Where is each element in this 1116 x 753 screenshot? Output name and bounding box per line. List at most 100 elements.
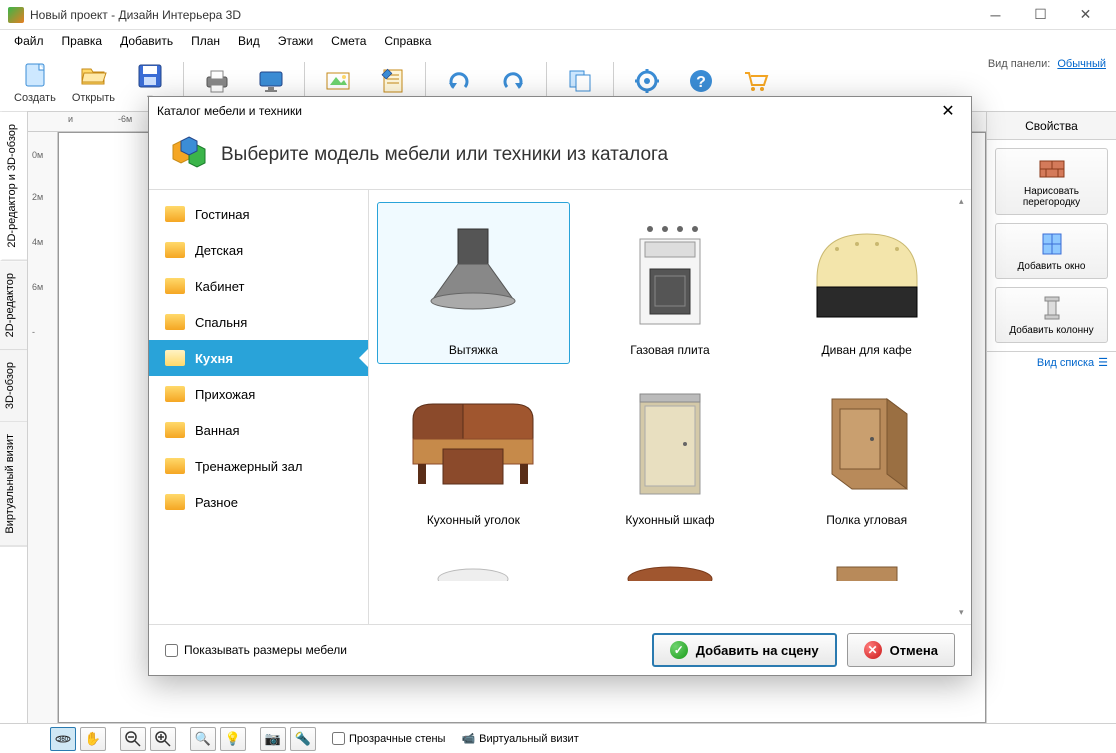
item-partial-2[interactable] <box>574 542 767 582</box>
folder-icon <box>165 458 185 474</box>
close-button[interactable]: ✕ <box>1063 1 1108 29</box>
item-thumbnail <box>398 549 548 582</box>
add-to-scene-button[interactable]: ✓ Добавить на сцену <box>652 633 837 667</box>
ruler-vertical: 0м 2м 4м 6м - <box>28 132 58 723</box>
view-360-button[interactable]: 360 <box>50 727 76 751</box>
toolbar-create-label: Создать <box>14 92 56 104</box>
right-panel: Свойства Нарисовать перегородку Добавить… <box>986 112 1116 723</box>
folder-icon <box>165 314 185 330</box>
category-misc[interactable]: Разное <box>149 484 368 520</box>
maximize-button[interactable]: ☐ <box>1018 1 1063 29</box>
item-thumbnail <box>792 209 942 339</box>
menu-add[interactable]: Добавить <box>112 32 181 50</box>
properties-tab[interactable]: Свойства <box>987 112 1116 140</box>
redo-icon <box>497 65 529 97</box>
tab-2d3d[interactable]: 2D-редактор и 3D-обзор <box>0 112 27 261</box>
dialog-titlebar: Каталог мебели и техники ✕ <box>149 97 971 125</box>
toolbar-open-label: Открыть <box>72 92 115 104</box>
pan-button[interactable]: ✋ <box>80 727 106 751</box>
transparent-walls-checkbox[interactable] <box>332 732 345 745</box>
view-panel-link[interactable]: Обычный <box>1057 58 1106 70</box>
catalog-dialog: Каталог мебели и техники ✕ Выберите моде… <box>148 96 972 676</box>
category-living-room[interactable]: Гостиная <box>149 196 368 232</box>
window-icon <box>1038 230 1066 258</box>
folder-icon <box>165 278 185 294</box>
new-file-icon <box>19 59 51 91</box>
zoom-reset-button[interactable]: 🔍 <box>190 727 216 751</box>
toolbar-open[interactable]: Открыть <box>66 54 121 110</box>
menu-file[interactable]: Файл <box>6 32 52 50</box>
item-partial-1[interactable] <box>377 542 570 582</box>
menu-estimate[interactable]: Смета <box>323 32 374 50</box>
folder-icon <box>165 206 185 222</box>
spotlight-button[interactable]: 🔦 <box>290 727 316 751</box>
item-thumbnail <box>595 549 745 582</box>
list-icon: ☰ <box>1098 356 1108 369</box>
item-kitchen-cabinet[interactable]: Кухонный шкаф <box>574 372 767 534</box>
dialog-close-button[interactable]: ✕ <box>933 101 963 121</box>
item-thumbnail <box>398 209 548 339</box>
column-icon <box>1038 294 1066 322</box>
gear-icon <box>631 65 663 97</box>
tab-virtual[interactable]: Виртуальный визит <box>0 422 27 547</box>
tool-draw-partition[interactable]: Нарисовать перегородку <box>995 148 1108 215</box>
folder-icon <box>165 386 185 402</box>
dialog-header-text: Выберите модель мебели или техники из ка… <box>221 144 668 166</box>
minimize-button[interactable]: ─ <box>973 1 1018 29</box>
show-dimensions-checkbox[interactable] <box>165 644 178 657</box>
view-panel-mode: Вид панели: Обычный <box>988 58 1106 70</box>
category-kitchen[interactable]: Кухня <box>149 340 368 376</box>
notebook-icon <box>376 65 408 97</box>
folder-icon <box>165 422 185 438</box>
item-cafe-sofa[interactable]: Диван для кафе <box>770 202 963 364</box>
virtual-visit-check[interactable]: 📹 Виртуальный визит <box>461 732 578 745</box>
menu-plan[interactable]: План <box>183 32 228 50</box>
category-list: Гостиная Детская Кабинет Спальня Кухня П… <box>149 190 369 624</box>
tab-2d[interactable]: 2D-редактор <box>0 261 27 350</box>
item-gas-stove[interactable]: Газовая плита <box>574 202 767 364</box>
catalog-header-icon <box>169 135 209 175</box>
folder-icon <box>165 242 185 258</box>
save-icon <box>134 60 166 92</box>
tab-3d[interactable]: 3D-обзор <box>0 350 27 422</box>
menu-help[interactable]: Справка <box>376 32 439 50</box>
printer-icon <box>201 65 233 97</box>
menu-floors[interactable]: Этажи <box>270 32 321 50</box>
folder-icon <box>165 350 185 366</box>
item-kitchen-corner[interactable]: Кухонный уголок <box>377 372 570 534</box>
monitor-icon <box>255 65 287 97</box>
menu-view[interactable]: Вид <box>230 32 268 50</box>
svg-text:360: 360 <box>58 737 69 743</box>
copy-icon <box>564 65 596 97</box>
item-corner-shelf[interactable]: Полка угловая <box>770 372 963 534</box>
show-dimensions-check[interactable]: Показывать размеры мебели <box>165 643 347 657</box>
item-thumbnail <box>398 379 548 509</box>
brick-icon <box>1038 155 1066 183</box>
zoom-out-button[interactable] <box>120 727 146 751</box>
tool-add-column[interactable]: Добавить колонну <box>995 287 1108 343</box>
toolbar-create[interactable]: Создать <box>8 54 62 110</box>
item-partial-3[interactable] <box>770 542 963 582</box>
cancel-button[interactable]: ✕ Отмена <box>847 633 955 667</box>
app-icon <box>8 7 24 23</box>
transparent-walls-check[interactable]: Прозрачные стены <box>332 732 445 745</box>
tool-add-window[interactable]: Добавить окно <box>995 223 1108 279</box>
list-view-toggle[interactable]: Вид списка ☰ <box>987 351 1116 373</box>
category-bedroom[interactable]: Спальня <box>149 304 368 340</box>
svg-text:?: ? <box>696 74 706 91</box>
item-thumbnail <box>595 379 745 509</box>
light-button[interactable]: 💡 <box>220 727 246 751</box>
menu-edit[interactable]: Правка <box>54 32 111 50</box>
category-bathroom[interactable]: Ванная <box>149 412 368 448</box>
category-children[interactable]: Детская <box>149 232 368 268</box>
category-hallway[interactable]: Прихожая <box>149 376 368 412</box>
videocam-icon: 📹 <box>461 732 475 745</box>
item-thumbnail <box>595 209 745 339</box>
check-icon: ✓ <box>670 641 688 659</box>
grid-scrollbar[interactable] <box>959 196 969 618</box>
zoom-in-button[interactable] <box>150 727 176 751</box>
category-gym[interactable]: Тренажерный зал <box>149 448 368 484</box>
item-hood[interactable]: Вытяжка <box>377 202 570 364</box>
camera-button[interactable]: 📷 <box>260 727 286 751</box>
category-office[interactable]: Кабинет <box>149 268 368 304</box>
